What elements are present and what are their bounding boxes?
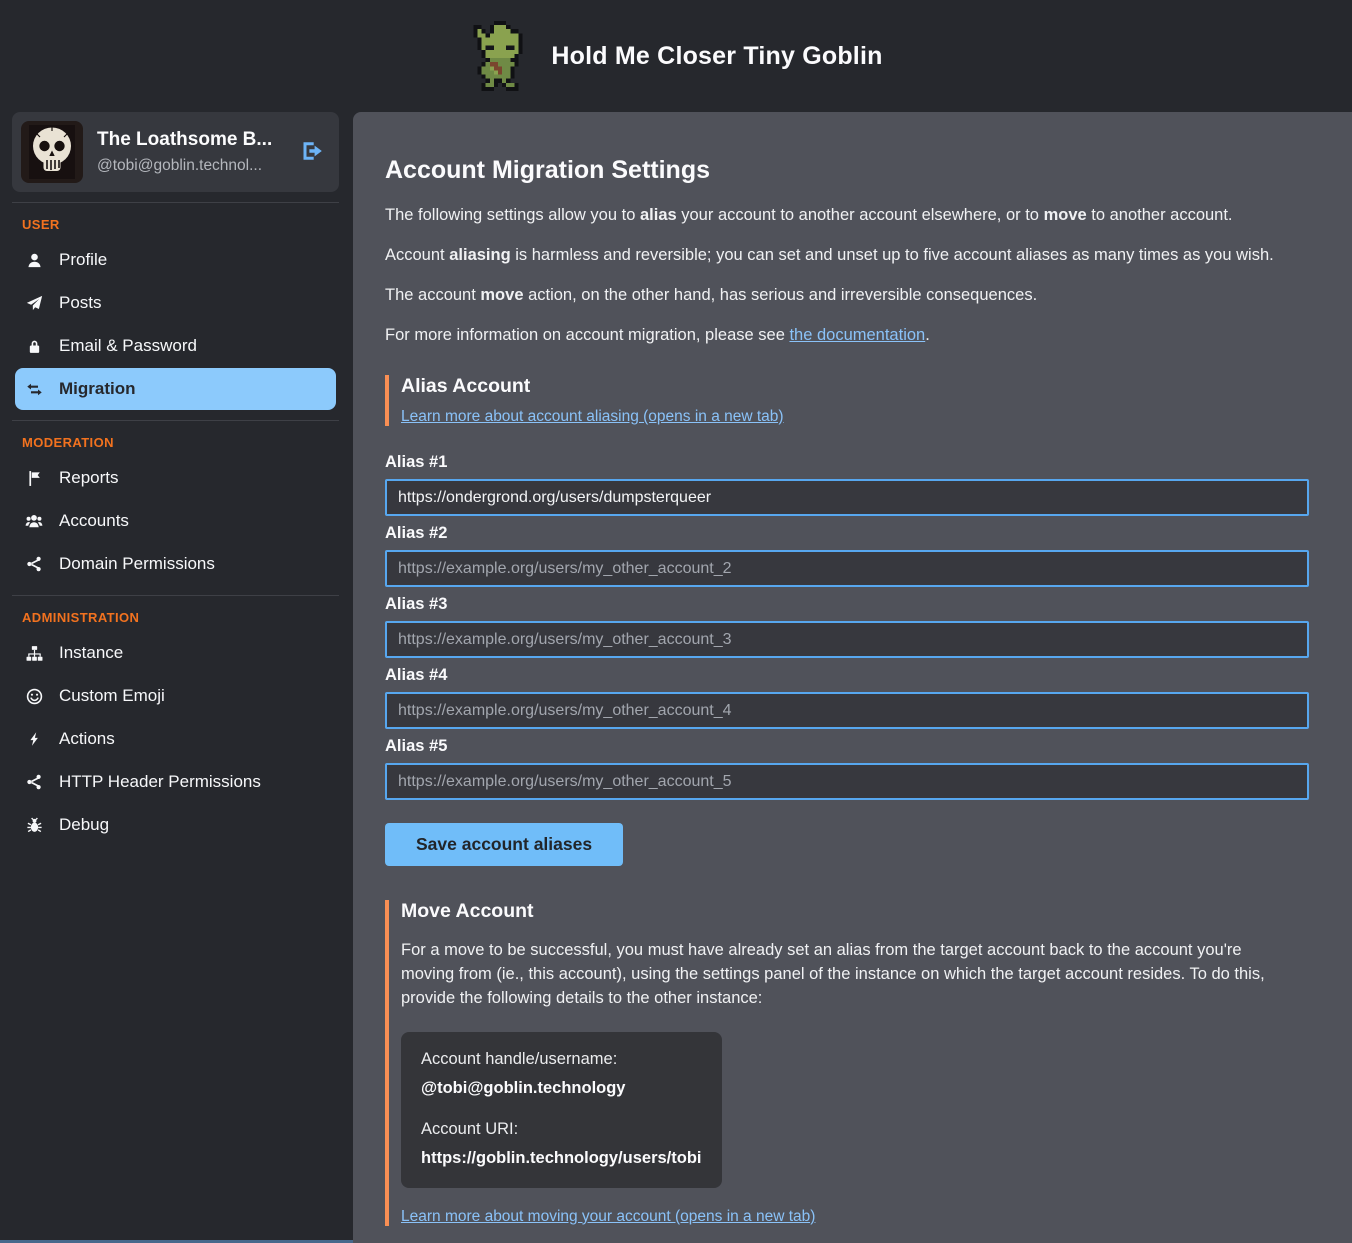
sidebar-item-profile[interactable]: Profile bbox=[15, 239, 336, 281]
sidebar-item-label: Instance bbox=[59, 643, 123, 663]
alias-5-label: Alias #5 bbox=[385, 737, 1309, 756]
sidebar-item-instance[interactable]: Instance bbox=[15, 632, 336, 674]
sidebar-item-accounts[interactable]: Accounts bbox=[15, 500, 336, 542]
alias-field-1: Alias #1 bbox=[385, 453, 1309, 516]
intro-paragraph: For more information on account migratio… bbox=[385, 326, 1309, 345]
alias-field-4: Alias #4 bbox=[385, 666, 1309, 729]
sidebar-item-email-password[interactable]: Email & Password bbox=[15, 325, 336, 367]
move-account-section: Move Account For a move to be successful… bbox=[385, 900, 1309, 1226]
user-display-name: The Loathsome B... bbox=[97, 129, 283, 151]
sitemap-icon bbox=[24, 645, 44, 662]
app-header: Hold Me Closer Tiny Goblin bbox=[0, 0, 1352, 112]
smiley-icon bbox=[24, 688, 44, 705]
sidebar-item-label: Reports bbox=[59, 468, 119, 488]
user-icon bbox=[24, 252, 44, 269]
sidebar-item-label: Domain Permissions bbox=[59, 554, 215, 574]
alias-account-heading: Alias Account bbox=[401, 375, 1309, 398]
sidebar-section-user: USER bbox=[0, 209, 353, 238]
move-account-heading: Move Account bbox=[401, 900, 1309, 923]
sidebar-item-domain-permissions[interactable]: Domain Permissions bbox=[15, 543, 336, 585]
sidebar-item-debug[interactable]: Debug bbox=[15, 804, 336, 846]
share-nodes-icon bbox=[24, 556, 44, 572]
sidebar-item-custom-emoji[interactable]: Custom Emoji bbox=[15, 675, 336, 717]
sidebar-item-label: Profile bbox=[59, 250, 107, 270]
sign-out-icon bbox=[299, 139, 323, 166]
alias-4-label: Alias #4 bbox=[385, 666, 1309, 685]
move-description: For a move to be successful, you must ha… bbox=[401, 939, 1296, 1011]
main-panel: Account Migration Settings The following… bbox=[353, 112, 1352, 1243]
sidebar-item-label: HTTP Header Permissions bbox=[59, 772, 261, 792]
intro-paragraph: The account move action, on the other ha… bbox=[385, 286, 1309, 305]
alias-1-label: Alias #1 bbox=[385, 453, 1309, 472]
account-details-box: Account handle/username: @tobi@goblin.te… bbox=[401, 1032, 722, 1188]
divider bbox=[12, 202, 339, 203]
move-learn-more-link[interactable]: Learn more about moving your account (op… bbox=[401, 1208, 815, 1226]
save-account-aliases-button[interactable]: Save account aliases bbox=[385, 823, 623, 866]
sidebar-nav: USER Profile Posts Email & Password bbox=[0, 209, 353, 846]
sidebar: The Loathsome B... @tobi@goblin.technol.… bbox=[0, 112, 353, 1243]
paper-plane-icon bbox=[24, 295, 44, 312]
sidebar-item-label: Accounts bbox=[59, 511, 129, 531]
bolt-icon bbox=[24, 731, 44, 747]
user-meta: The Loathsome B... @tobi@goblin.technol.… bbox=[97, 129, 283, 175]
avatar bbox=[21, 121, 83, 183]
alias-3-input[interactable] bbox=[385, 621, 1309, 658]
alias-2-label: Alias #2 bbox=[385, 524, 1309, 543]
sidebar-section-moderation: MODERATION bbox=[0, 427, 353, 456]
sidebar-item-migration[interactable]: Migration bbox=[15, 368, 336, 410]
sidebar-item-label: Posts bbox=[59, 293, 102, 313]
sidebar-item-label: Email & Password bbox=[59, 336, 197, 356]
alias-4-input[interactable] bbox=[385, 692, 1309, 729]
exchange-arrows-icon bbox=[24, 381, 44, 398]
intro-paragraph: Account aliasing is harmless and reversi… bbox=[385, 246, 1309, 265]
sidebar-item-label: Debug bbox=[59, 815, 109, 835]
app-title: Hold Me Closer Tiny Goblin bbox=[551, 42, 882, 71]
page-title: Account Migration Settings bbox=[385, 156, 1309, 185]
lock-icon bbox=[24, 338, 44, 355]
account-handle-label: Account handle/username: bbox=[421, 1050, 702, 1069]
account-handle-value: @tobi@goblin.technology bbox=[421, 1079, 702, 1098]
sidebar-item-http-header-permissions[interactable]: HTTP Header Permissions bbox=[15, 761, 336, 803]
alias-5-input[interactable] bbox=[385, 763, 1309, 800]
share-nodes-icon bbox=[24, 774, 44, 790]
bug-icon bbox=[24, 817, 44, 834]
account-uri-value: https://goblin.technology/users/tobi bbox=[421, 1149, 702, 1168]
alias-learn-more-link[interactable]: Learn more about account aliasing (opens… bbox=[401, 408, 784, 426]
account-uri-label: Account URI: bbox=[421, 1120, 702, 1139]
users-icon bbox=[24, 513, 44, 530]
divider bbox=[12, 420, 339, 421]
sidebar-item-actions[interactable]: Actions bbox=[15, 718, 336, 760]
alias-field-5: Alias #5 bbox=[385, 737, 1309, 800]
intro-paragraph: The following settings allow you to alia… bbox=[385, 206, 1309, 225]
goblin-logo-icon bbox=[469, 21, 527, 91]
user-handle: @tobi@goblin.technol... bbox=[97, 157, 283, 175]
user-card: The Loathsome B... @tobi@goblin.technol.… bbox=[12, 112, 339, 192]
sidebar-item-label: Custom Emoji bbox=[59, 686, 165, 706]
sidebar-section-administration: ADMINISTRATION bbox=[0, 602, 353, 631]
alias-field-3: Alias #3 bbox=[385, 595, 1309, 658]
inline-link[interactable]: the documentation bbox=[789, 326, 925, 344]
alias-1-input[interactable] bbox=[385, 479, 1309, 516]
alias-field-2: Alias #2 bbox=[385, 524, 1309, 587]
sidebar-item-label: Migration bbox=[59, 379, 136, 399]
alias-2-input[interactable] bbox=[385, 550, 1309, 587]
alias-form: Alias #1 Alias #2 Alias #3 Alias #4 Alia… bbox=[385, 453, 1309, 866]
flag-icon bbox=[24, 470, 44, 487]
sidebar-item-reports[interactable]: Reports bbox=[15, 457, 336, 499]
logout-button[interactable] bbox=[297, 137, 325, 168]
alias-account-section: Alias Account Learn more about account a… bbox=[385, 375, 1309, 426]
sidebar-item-posts[interactable]: Posts bbox=[15, 282, 336, 324]
divider bbox=[12, 595, 339, 596]
alias-3-label: Alias #3 bbox=[385, 595, 1309, 614]
sidebar-item-label: Actions bbox=[59, 729, 115, 749]
